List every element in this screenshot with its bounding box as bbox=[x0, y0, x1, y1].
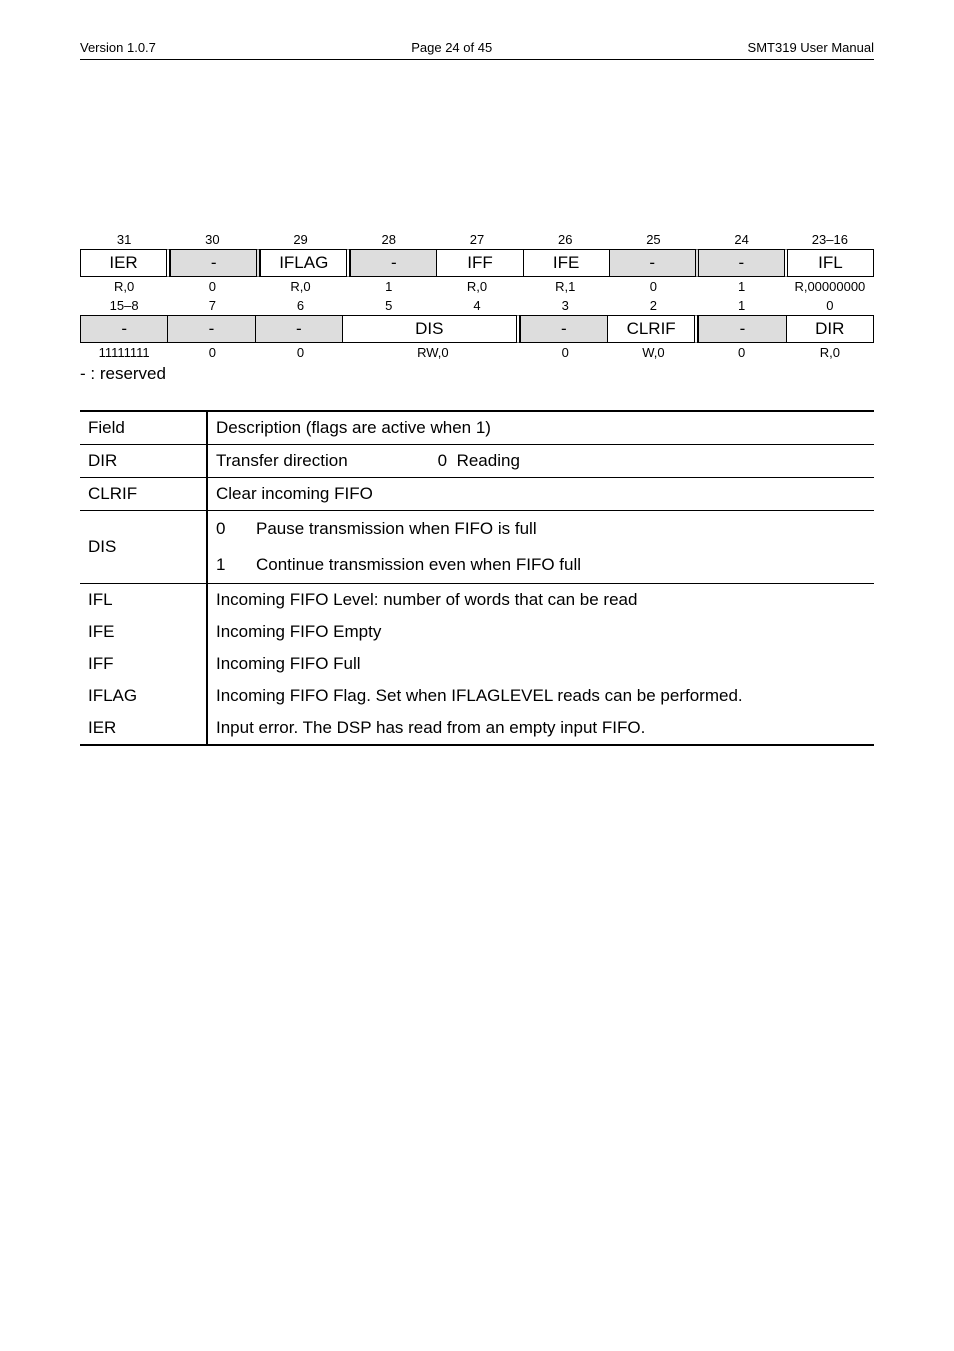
bit-label: 1 bbox=[698, 296, 786, 315]
bit-label: 27 bbox=[433, 230, 521, 249]
row-dir-desc: Transfer direction 0 Reading bbox=[207, 445, 874, 478]
column-header-description: Description (flags are active when 1) bbox=[207, 411, 874, 445]
reset-value: 0 bbox=[698, 343, 786, 362]
dir-desc-text: Transfer direction bbox=[216, 451, 348, 471]
field-dis: DIS bbox=[342, 315, 520, 343]
bit-label: 23–16 bbox=[786, 230, 874, 249]
header-center: Page 24 of 45 bbox=[411, 40, 492, 55]
reset-value: R,1 bbox=[521, 277, 609, 296]
bit-label: 24 bbox=[698, 230, 786, 249]
row-ifl-name: IFL bbox=[80, 584, 207, 617]
row-iff-name: IFF bbox=[80, 648, 207, 680]
field-reserved: - bbox=[695, 249, 784, 277]
field-reserved: - bbox=[80, 315, 167, 343]
bit-label: 4 bbox=[433, 296, 521, 315]
row-iflag-name: IFLAG bbox=[80, 680, 207, 712]
field-reserved: - bbox=[170, 249, 260, 277]
field-reserved: - bbox=[167, 315, 254, 343]
bit-label: 3 bbox=[521, 296, 609, 315]
bit-label: 30 bbox=[168, 230, 256, 249]
bit-label: 2 bbox=[609, 296, 697, 315]
field-iff: IFF bbox=[436, 249, 522, 277]
reset-value: 0 bbox=[609, 277, 697, 296]
reset-value: 0 bbox=[168, 343, 256, 362]
register-table: 31 30 29 28 27 26 25 24 23–16 IER - IFLA… bbox=[80, 230, 874, 362]
row-dis-line1: 1Continue transmission even when FIFO fu… bbox=[207, 547, 874, 584]
bit-label: 25 bbox=[609, 230, 697, 249]
field-reserved: - bbox=[350, 249, 436, 277]
dis-desc-1: Continue transmission even when FIFO ful… bbox=[256, 555, 581, 574]
reset-value: R,0 bbox=[786, 343, 874, 362]
field-iflag: IFLAG bbox=[260, 249, 350, 277]
row-clrif-desc: Clear incoming FIFO bbox=[207, 478, 874, 511]
field-reserved: - bbox=[698, 315, 785, 343]
row-dis-line0: 0Pause transmission when FIFO is full bbox=[207, 511, 874, 548]
row-iff-desc: Incoming FIFO Full bbox=[207, 648, 874, 680]
header-left: Version 1.0.7 bbox=[80, 40, 156, 55]
field-dir: DIR bbox=[786, 315, 874, 343]
bit-label: 0 bbox=[786, 296, 874, 315]
dir-value: Reading bbox=[457, 451, 520, 470]
bit-label: 28 bbox=[345, 230, 433, 249]
dir-code: 0 bbox=[438, 451, 447, 470]
reset-value: R,0 bbox=[433, 277, 521, 296]
row-dis-name: DIS bbox=[80, 511, 207, 584]
reserved-legend: - : reserved bbox=[80, 364, 874, 384]
bit-label: 15–8 bbox=[80, 296, 168, 315]
field-description-table: Field Description (flags are active when… bbox=[80, 410, 874, 746]
field-reserved: - bbox=[609, 249, 695, 277]
row-clrif-name: CLRIF bbox=[80, 478, 207, 511]
row-ifl-desc: Incoming FIFO Level: number of words tha… bbox=[207, 584, 874, 617]
reset-value: R,0 bbox=[80, 277, 168, 296]
row-ife-name: IFE bbox=[80, 616, 207, 648]
row-ife-desc: Incoming FIFO Empty bbox=[207, 616, 874, 648]
bit-label: 6 bbox=[256, 296, 344, 315]
reset-value: 0 bbox=[168, 277, 256, 296]
reset-value: 0 bbox=[521, 343, 609, 362]
field-ifl: IFL bbox=[784, 249, 874, 277]
bit-label: 29 bbox=[256, 230, 344, 249]
bit-label: 5 bbox=[345, 296, 433, 315]
dis-code-0: 0 bbox=[216, 519, 256, 539]
reset-value: 1 bbox=[345, 277, 433, 296]
row-dir-name: DIR bbox=[80, 445, 207, 478]
field-ife: IFE bbox=[523, 249, 609, 277]
row-ier-name: IER bbox=[80, 712, 207, 745]
row-ier-desc: Input error. The DSP has read from an em… bbox=[207, 712, 874, 745]
reset-value: R,0 bbox=[256, 277, 344, 296]
bit-label: 31 bbox=[80, 230, 168, 249]
dis-desc-0: Pause transmission when FIFO is full bbox=[256, 519, 537, 538]
dis-code-1: 1 bbox=[216, 555, 256, 575]
row-iflag-desc: Incoming FIFO Flag. Set when IFLAGLEVEL … bbox=[207, 680, 874, 712]
field-reserved: - bbox=[255, 315, 342, 343]
field-reserved: - bbox=[520, 315, 607, 343]
reset-value: 1 bbox=[698, 277, 786, 296]
reset-value: 11111111 bbox=[80, 343, 168, 362]
header-right: SMT319 User Manual bbox=[748, 40, 874, 55]
bit-label: 7 bbox=[168, 296, 256, 315]
reset-value: 0 bbox=[256, 343, 344, 362]
field-clrif: CLRIF bbox=[607, 315, 698, 343]
reset-value: W,0 bbox=[609, 343, 697, 362]
reset-value: RW,0 bbox=[345, 343, 521, 362]
bit-label: 26 bbox=[521, 230, 609, 249]
column-header-field: Field bbox=[80, 411, 207, 445]
reset-value: R,00000000 bbox=[786, 277, 874, 296]
field-ier: IER bbox=[80, 249, 170, 277]
